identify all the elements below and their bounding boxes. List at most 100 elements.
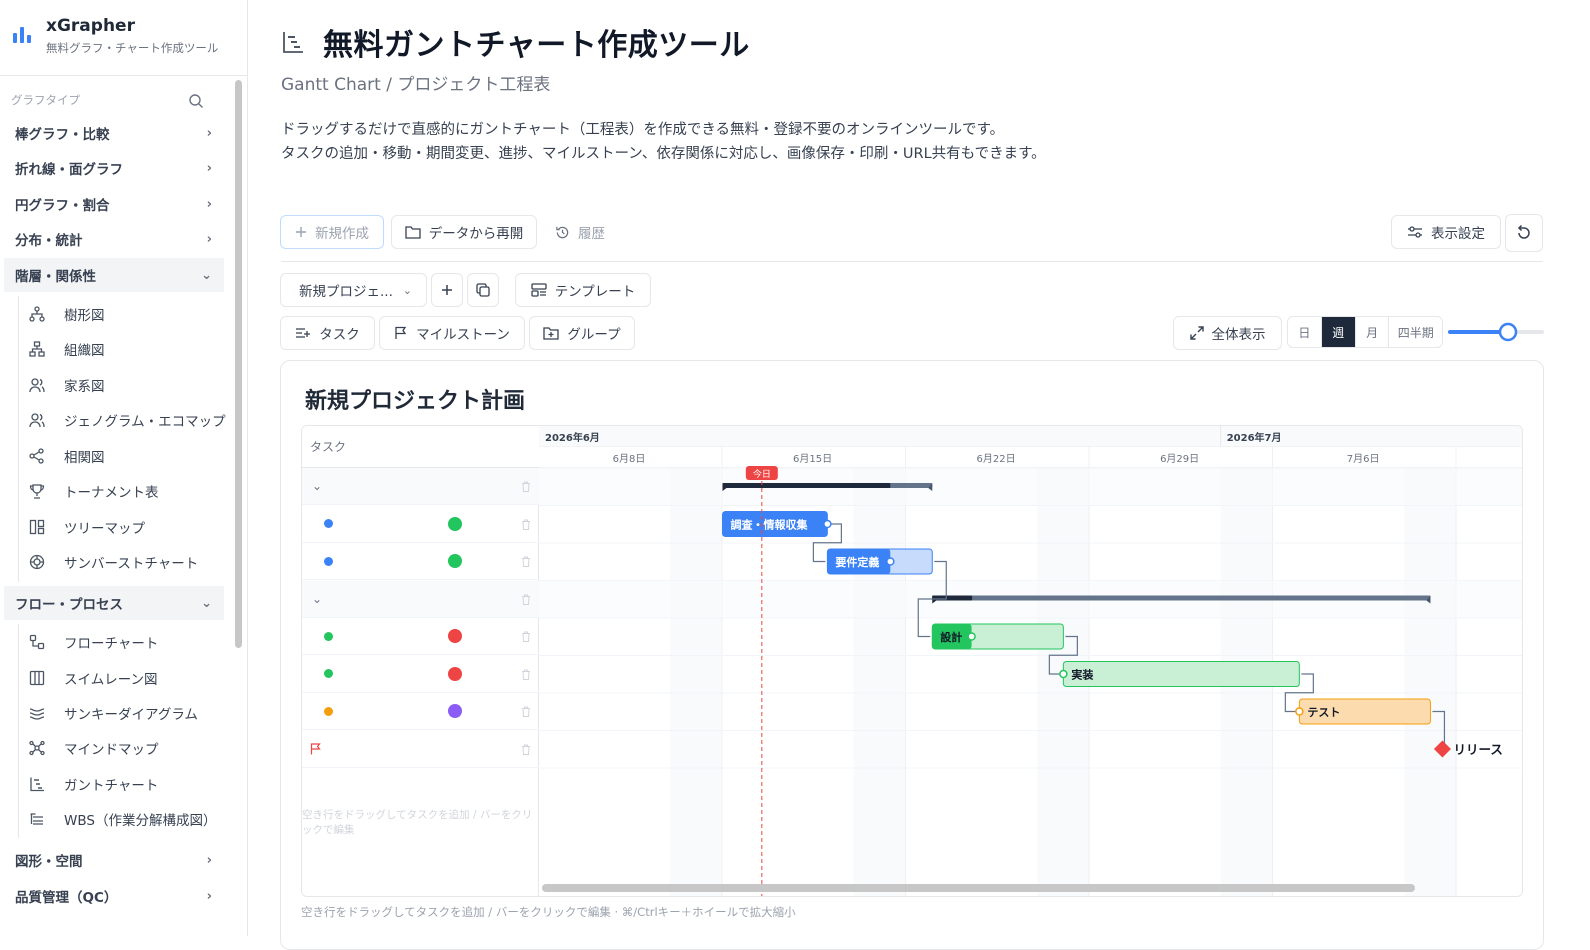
progress-handle[interactable] — [1295, 707, 1304, 716]
sidebar-item-correlation[interactable]: 相関図 — [28, 439, 105, 473]
phase-row[interactable]: ⌄ — [302, 580, 539, 618]
task-row[interactable] — [302, 693, 539, 730]
sidebar-scrollbar[interactable] — [235, 80, 242, 648]
task-row[interactable] — [302, 506, 539, 543]
zoom-slider[interactable] — [1448, 322, 1544, 342]
category-line[interactable]: 折れ線・面グラフ › — [4, 151, 224, 185]
scale-quarter-button[interactable]: 四半期 — [1389, 317, 1442, 347]
scale-month-button[interactable]: 月 — [1356, 317, 1390, 347]
task-color-dot[interactable] — [324, 669, 333, 678]
fit-all-button[interactable]: 全体表示 — [1173, 316, 1282, 350]
task-color-dot[interactable] — [324, 556, 333, 566]
week-label: 6月15日 — [793, 453, 832, 465]
weekend-shade — [853, 468, 907, 896]
trash-icon[interactable] — [521, 743, 531, 759]
trash-icon[interactable] — [521, 480, 531, 496]
task-row[interactable] — [302, 656, 539, 693]
trash-icon[interactable] — [521, 630, 531, 646]
task-bar[interactable] — [1062, 661, 1300, 687]
reset-button[interactable] — [1505, 214, 1543, 252]
sidebar-item-flowchart[interactable]: フローチャート — [28, 625, 158, 659]
category-hierarchy[interactable]: 階層・関係性 ⌄ — [4, 258, 224, 292]
history-button[interactable]: 履歴 — [545, 215, 615, 249]
trash-icon[interactable] — [521, 593, 531, 609]
sidebar-item-tournament[interactable]: トーナメント表 — [28, 474, 159, 508]
tree-icon — [28, 305, 46, 323]
sidebar: xGrapher 無料グラフ・チャート作成ツール グラフタイプ 棒グラフ・比較 ›… — [0, 0, 248, 936]
sidebar-item-genogram[interactable]: ジェノグラム・エコマップ — [28, 403, 226, 437]
phase-row[interactable]: ⌄ — [302, 468, 539, 505]
search-icon[interactable] — [188, 93, 204, 109]
task-row[interactable] — [302, 618, 539, 655]
bar-chart-logo-icon — [13, 27, 31, 43]
sidebar-item-sankey[interactable]: サンキーダイアグラム — [28, 696, 198, 730]
task-list: タスク ⌄ ⌄ 空き行をドラッグしてタスクを追加 / バーをクリックで編集 — [302, 426, 539, 896]
task-bar-label: 実装 — [1071, 668, 1093, 682]
toolbar-divider — [281, 261, 1543, 262]
progress-handle[interactable] — [1059, 669, 1068, 679]
category-bar[interactable]: 棒グラフ・比較 › — [4, 116, 224, 150]
week-label: 6月8日 — [613, 453, 646, 465]
sidebar-item-tree[interactable]: 樹形図 — [28, 297, 105, 331]
project-select[interactable]: 新規プロジェ... ⌄ — [280, 273, 427, 307]
avatar — [448, 629, 462, 643]
progress-handle[interactable] — [967, 632, 976, 641]
category-flow[interactable]: フロー・プロセス ⌄ — [4, 586, 224, 620]
task-row[interactable] — [302, 543, 539, 580]
progress-handle[interactable] — [886, 557, 895, 566]
avatar — [448, 516, 462, 531]
trash-icon[interactable] — [521, 705, 531, 721]
template-button[interactable]: テンプレート — [515, 273, 651, 307]
new-button[interactable]: 新規作成 — [280, 215, 384, 249]
trash-icon[interactable] — [521, 668, 531, 684]
sublist-guide — [18, 624, 19, 838]
add-milestone-button[interactable]: マイルストーン — [379, 316, 525, 350]
sidebar-item-org-chart[interactable]: 組織図 — [28, 332, 105, 366]
task-color-dot[interactable] — [324, 631, 333, 641]
sidebar-item-family-tree[interactable]: 家系図 — [28, 368, 105, 402]
sidebar-item-wbs[interactable]: WBS（作業分解構成図） — [28, 802, 216, 836]
plus-icon — [441, 284, 453, 296]
chevron-down-icon[interactable]: ⌄ — [312, 479, 322, 493]
timeline[interactable]: 2026年6月 2026年7月 6月8日 6月15日 6月22日 6月29日 7月6日調査・… — [539, 426, 1523, 897]
scale-week-button[interactable]: 週 — [1321, 317, 1356, 347]
task-color-dot[interactable] — [324, 706, 333, 716]
timeline-scrollbar[interactable] — [542, 884, 1415, 892]
category-qc[interactable]: 品質管理（QC） › — [4, 879, 224, 913]
add-task-button[interactable]: タスク — [280, 316, 375, 350]
resume-from-data-button[interactable]: データから再開 — [391, 215, 537, 249]
chevron-right-icon: › — [206, 125, 212, 141]
sankey-icon — [28, 704, 46, 722]
history-button-label: 履歴 — [578, 226, 605, 242]
time-scale-toggle[interactable]: 日 週 月 四半期 — [1287, 316, 1443, 348]
chart-title[interactable]: 新規プロジェクト計画 — [305, 383, 525, 415]
task-bar-label: 設計 — [940, 630, 962, 644]
sidebar-item-mindmap[interactable]: マインドマップ — [28, 731, 159, 765]
brand[interactable]: xGrapher 無料グラフ・チャート作成ツール — [0, 0, 247, 76]
display-settings-button[interactable]: 表示設定 — [1391, 215, 1501, 249]
phase-summary-bar[interactable] — [932, 595, 1431, 601]
sidebar-item-gantt[interactable]: ガントチャート — [28, 767, 158, 801]
week-label: 6月22日 — [977, 453, 1016, 465]
sidebar-item-swimlane[interactable]: スイムレーン図 — [28, 661, 158, 695]
progress-handle[interactable] — [823, 519, 832, 529]
category-pie[interactable]: 円グラフ・割合 › — [4, 187, 224, 221]
history-icon — [555, 225, 570, 240]
category-label: 円グラフ・割合 — [15, 198, 110, 214]
trash-icon[interactable] — [521, 555, 531, 571]
duplicate-project-button[interactable] — [467, 273, 499, 307]
add-project-button[interactable] — [431, 273, 463, 307]
chevron-down-icon[interactable]: ⌄ — [312, 592, 322, 606]
sidebar-item-treemap[interactable]: ツリーマップ — [28, 510, 145, 544]
sidebar-item-sunburst[interactable]: サンバーストチャート — [28, 545, 198, 579]
task-color-dot[interactable] — [324, 519, 333, 528]
category-shape[interactable]: 図形・空間 › — [4, 843, 224, 877]
mindmap-icon — [28, 739, 46, 757]
trash-icon[interactable] — [521, 518, 531, 534]
scale-day-button[interactable]: 日 — [1288, 317, 1322, 347]
category-distribution[interactable]: 分布・統計 › — [4, 222, 224, 256]
milestone-row[interactable] — [302, 731, 539, 768]
expand-icon — [1189, 326, 1204, 340]
add-group-button[interactable]: グループ — [529, 316, 635, 350]
sidebar-item-label: ツリーマップ — [64, 521, 145, 537]
